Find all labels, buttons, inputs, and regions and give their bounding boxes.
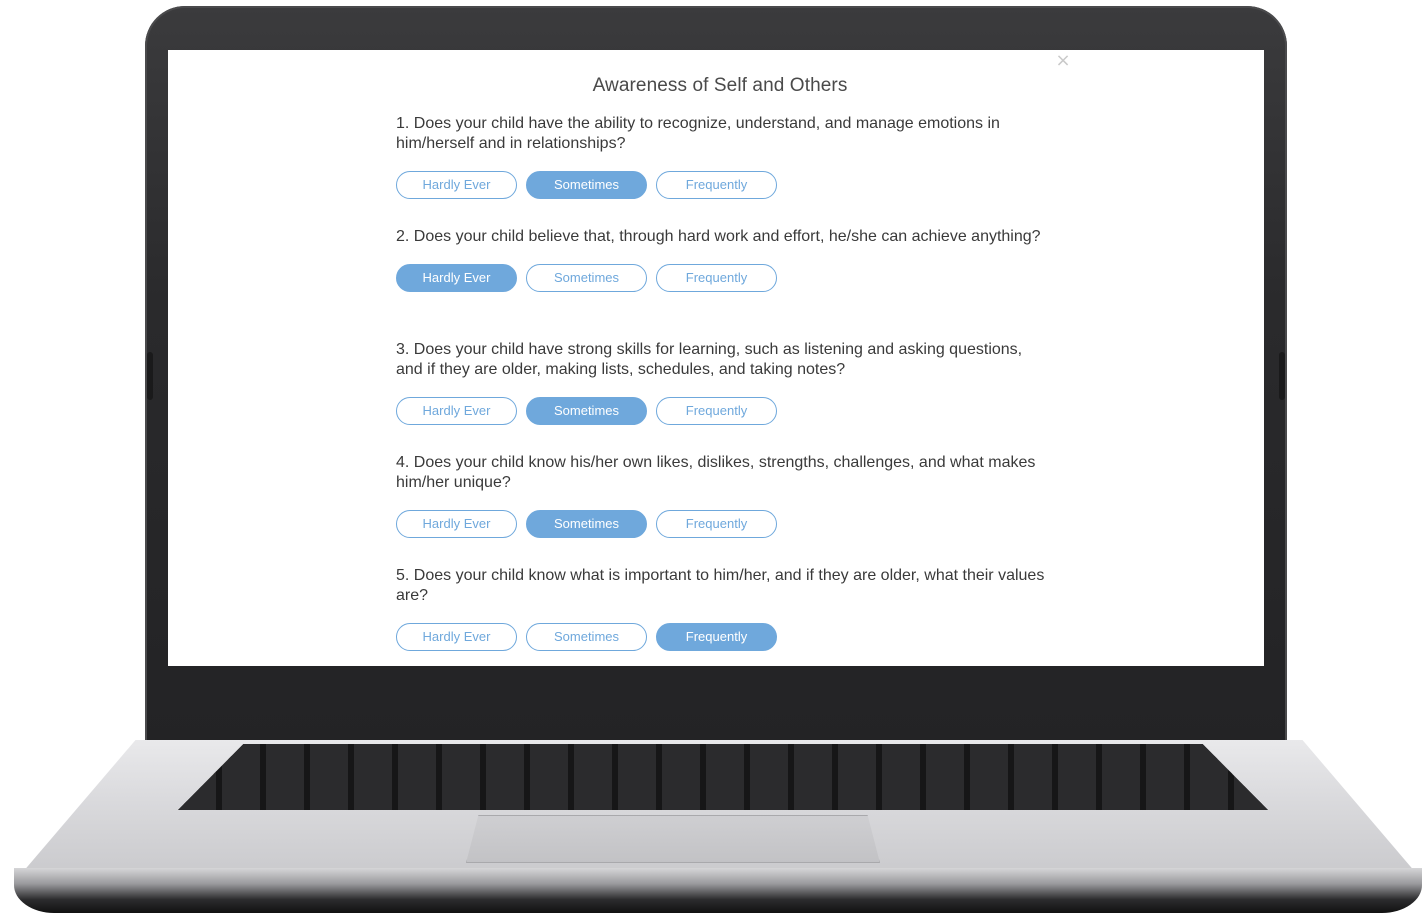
option-hardly-ever-button[interactable]: Hardly Ever	[396, 264, 517, 292]
question-text: 3. Does your child have strong skills fo…	[396, 341, 1023, 378]
answer-options: Hardly Ever Sometimes Frequently	[396, 397, 1046, 425]
question-text: 5. Does your child know what is importan…	[396, 567, 1045, 604]
question-text: 4. Does your child know his/her own like…	[396, 454, 1036, 491]
option-hardly-ever-button[interactable]: Hardly Ever	[396, 171, 517, 199]
question-5: 5. Does your child know what is importan…	[396, 566, 1046, 666]
question-1: 1. Does your child have the ability to r…	[396, 114, 1046, 227]
option-hardly-ever-button[interactable]: Hardly Ever	[396, 510, 517, 538]
laptop-base-edge	[14, 868, 1422, 913]
option-sometimes-button[interactable]: Sometimes	[526, 397, 647, 425]
answer-options: Hardly Ever Sometimes Frequently	[396, 623, 1046, 651]
option-frequently-button[interactable]: Frequently	[656, 264, 777, 292]
option-sometimes-button[interactable]: Sometimes	[526, 623, 647, 651]
question-3: 3. Does your child have strong skills fo…	[396, 340, 1046, 453]
laptop-screen: × Awareness of Self and Others 1. Does y…	[168, 50, 1264, 666]
laptop-side-bump-right	[1279, 352, 1285, 400]
laptop-keyboard	[178, 744, 1268, 810]
question-list: 1. Does your child have the ability to r…	[396, 114, 1046, 666]
laptop-trackpad	[466, 815, 880, 863]
question-2: 2. Does your child believe that, through…	[396, 227, 1046, 340]
option-frequently-button[interactable]: Frequently	[656, 397, 777, 425]
dialog-title: Awareness of Self and Others	[592, 75, 848, 96]
question-4: 4. Does your child know his/her own like…	[396, 453, 1046, 566]
option-frequently-button[interactable]: Frequently	[656, 623, 777, 651]
answer-options: Hardly Ever Sometimes Frequently	[396, 264, 1046, 292]
option-sometimes-button[interactable]: Sometimes	[526, 171, 647, 199]
answer-options: Hardly Ever Sometimes Frequently	[396, 171, 1046, 199]
laptop-side-bump-left	[147, 352, 153, 400]
question-text: 1. Does your child have the ability to r…	[396, 115, 1000, 152]
option-hardly-ever-button[interactable]: Hardly Ever	[396, 397, 517, 425]
option-frequently-button[interactable]: Frequently	[656, 171, 777, 199]
option-sometimes-button[interactable]: Sometimes	[526, 264, 647, 292]
option-sometimes-button[interactable]: Sometimes	[526, 510, 647, 538]
close-icon[interactable]: ×	[1052, 50, 1074, 72]
option-hardly-ever-button[interactable]: Hardly Ever	[396, 623, 517, 651]
question-text: 2. Does your child believe that, through…	[396, 228, 1041, 245]
answer-options: Hardly Ever Sometimes Frequently	[396, 510, 1046, 538]
option-frequently-button[interactable]: Frequently	[656, 510, 777, 538]
